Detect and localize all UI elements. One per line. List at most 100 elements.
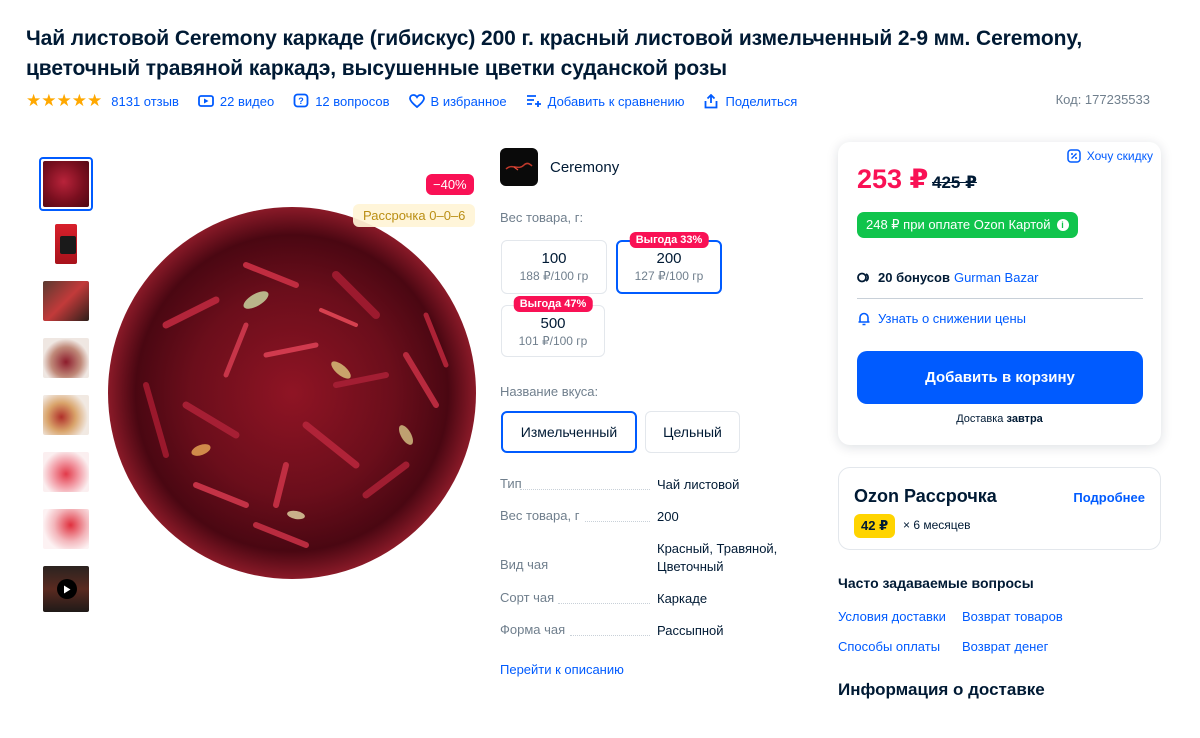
compare-label: Добавить к сравнению	[547, 93, 685, 109]
add-to-cart-button[interactable]: Добавить в корзину	[857, 351, 1143, 404]
flavor-label: Название вкуса:	[500, 384, 599, 399]
star-icon: ★	[71, 91, 87, 110]
share-icon	[703, 93, 719, 109]
bonus-shop-link[interactable]: Gurman Bazar	[954, 270, 1039, 285]
current-price: 253 ₽	[857, 164, 929, 194]
video-icon	[197, 93, 214, 109]
product-code: Код: 177235533	[1055, 92, 1150, 107]
bonus-count: 20 бонусов	[878, 270, 950, 285]
thumbnail-4[interactable]	[39, 334, 93, 382]
weight-value: 100	[541, 250, 567, 267]
rating-reviews[interactable]: ★ ★ ★ ★ ★ 8131 отзыв	[26, 91, 179, 110]
divider	[857, 298, 1143, 299]
rating-stars: ★ ★ ★ ★ ★	[26, 91, 102, 110]
savings-badge: Выгода 47%	[513, 296, 593, 312]
question-icon: ?	[293, 93, 309, 109]
brand-name[interactable]: Ceremony	[550, 159, 619, 176]
spec-leader	[585, 521, 650, 522]
brand-link[interactable]: Ceremony	[500, 148, 619, 186]
weight-unit-price: 101 ₽/100 гр	[518, 334, 588, 348]
spec-value: 200	[657, 509, 679, 524]
bonus-row: 20 бонусов Gurman Bazar	[857, 270, 1039, 285]
thumbnail-7[interactable]	[39, 505, 93, 553]
spec-value: Рассыпной	[657, 623, 724, 638]
buy-card: Хочу скидку 253 ₽ 425 ₽ 248 ₽ при оплате…	[838, 142, 1161, 445]
spec-value: Чай листовой	[657, 477, 740, 492]
spec-value: Красный, Травяной, Цветочный	[657, 541, 778, 574]
weight-unit-price: 188 ₽/100 гр	[519, 269, 589, 283]
star-icon: ★	[41, 91, 57, 110]
spec-key: Форма чая	[500, 622, 566, 637]
weight-option-100[interactable]: 100 188 ₽/100 гр	[501, 240, 607, 294]
share-link[interactable]: Поделиться	[703, 93, 797, 109]
thumbnail-video[interactable]	[39, 562, 93, 616]
old-price: 425 ₽	[932, 173, 977, 192]
svg-text:?: ?	[298, 96, 304, 106]
spec-value: Каркаде	[657, 591, 708, 606]
favorite-link[interactable]: В избранное	[408, 93, 507, 109]
want-discount-link[interactable]: Хочу скидку	[1067, 149, 1153, 163]
star-icon: ★	[26, 91, 42, 110]
to-description-link[interactable]: Перейти к описанию	[500, 662, 624, 677]
savings-badge: Выгода 33%	[629, 232, 709, 248]
faq-refunds[interactable]: Возврат денег	[962, 639, 1048, 654]
thumbnail-2[interactable]	[39, 220, 93, 268]
heart-icon	[408, 93, 425, 109]
want-discount-label: Хочу скидку	[1086, 149, 1153, 163]
flavor-option-ground[interactable]: Измельченный	[501, 411, 637, 453]
bonus-icon	[857, 272, 870, 283]
delivery-note: Доставка завтра	[838, 413, 1161, 425]
delivery-when: завтра	[1006, 413, 1043, 425]
info-icon[interactable]: i	[1056, 219, 1069, 231]
faq-payment-methods[interactable]: Способы оплаты	[838, 639, 940, 654]
delivery-prefix: Доставка	[956, 413, 1004, 425]
bell-icon	[857, 311, 871, 326]
videos-link[interactable]: 22 видео	[197, 93, 275, 109]
spec-key: Тип	[500, 476, 522, 491]
spec-leader	[570, 635, 650, 636]
installment-card[interactable]: Ozon Рассрочка Подробнее 42 ₽ × 6 месяце…	[838, 467, 1161, 550]
star-icon: ★	[56, 91, 72, 110]
questions-link[interactable]: ? 12 вопросов	[293, 93, 390, 109]
faq-title: Часто задаваемые вопросы	[838, 575, 1034, 591]
favorite-label: В избранное	[430, 93, 507, 109]
thumbnail-1[interactable]	[39, 157, 93, 211]
spec-leader	[520, 489, 650, 490]
weight-option-200[interactable]: Выгода 33% 200 127 ₽/100 гр	[616, 232, 722, 294]
thumbnail-6[interactable]	[39, 448, 93, 496]
weight-option-500[interactable]: Выгода 47% 500 101 ₽/100 гр	[501, 296, 605, 357]
thumbnail-5[interactable]	[39, 391, 93, 439]
product-main-image[interactable]	[106, 205, 478, 581]
flavor-option-whole[interactable]: Цельный	[645, 411, 740, 453]
spec-key: Вес товара, г	[500, 508, 580, 523]
installment-more-link[interactable]: Подробнее	[1073, 490, 1145, 505]
weight-value: 200	[656, 250, 682, 267]
brand-logo	[500, 148, 538, 186]
videos-label: 22 видео	[219, 93, 275, 109]
faq-delivery-terms[interactable]: Условия доставки	[838, 609, 946, 624]
play-icon	[57, 579, 77, 599]
installment-badge: Рассрочка 0–0–6	[353, 204, 476, 227]
reviews-count[interactable]: 8131 отзыв	[111, 94, 179, 109]
installment-title: Ozon Рассрочка	[854, 486, 997, 506]
product-title: Чай листовой Ceremony каркаде (гибискус)…	[26, 27, 1083, 80]
ozon-card-price[interactable]: 248 ₽ при оплате Ozon Картой i	[857, 212, 1078, 238]
installment-amount: 42 ₽	[854, 514, 896, 538]
faq-returns[interactable]: Возврат товаров	[962, 609, 1063, 624]
weight-label: Вес товара, г:	[500, 210, 584, 225]
spec-key: Сорт чая	[500, 590, 555, 605]
thumbnail-gallery	[39, 157, 93, 625]
weight-unit-price: 127 ₽/100 гр	[634, 269, 704, 283]
product-meta-row: ★ ★ ★ ★ ★ 8131 отзыв 22 видео ? 12 вопро…	[26, 90, 1150, 112]
thumbnail-3[interactable]	[39, 277, 93, 325]
spec-key: Вид чая	[500, 557, 549, 572]
discount-tag-icon	[1067, 149, 1081, 163]
ozon-card-price-label: 248 ₽ при оплате Ozon Картой	[866, 217, 1051, 232]
price-drop-notify[interactable]: Узнать о снижении цены	[857, 311, 1026, 326]
share-label: Поделиться	[725, 93, 798, 109]
compare-link[interactable]: Добавить к сравнению	[526, 93, 685, 109]
weight-value: 500	[540, 315, 566, 332]
discount-badge: −40%	[426, 174, 474, 195]
installment-months: × 6 месяцев	[903, 518, 971, 532]
delivery-info-title: Информация о доставке	[838, 680, 1045, 699]
